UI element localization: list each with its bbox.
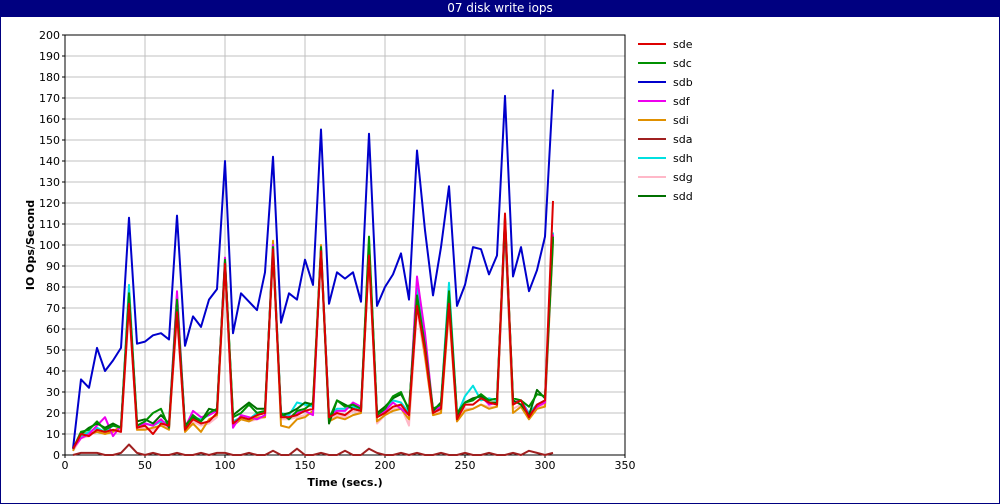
x-axis-ticks: 0 50 100 150 200 250 300 350 (62, 455, 636, 472)
legend-label: sdh (673, 152, 693, 165)
legend-item-sdh: sdh (638, 152, 693, 165)
y-tick-label: 70 (46, 302, 60, 315)
y-tick-label: 60 (46, 323, 60, 336)
x-tick-label: 50 (138, 459, 152, 472)
legend: sde sdc sdb sdf sdi sda sdh sdg sdd (638, 38, 693, 203)
x-tick-label: 0 (62, 459, 69, 472)
y-tick-label: 130 (39, 176, 60, 189)
x-tick-label: 300 (535, 459, 556, 472)
legend-label: sdf (673, 95, 691, 108)
legend-item-sdc: sdc (638, 57, 692, 70)
legend-item-sdd: sdd (638, 190, 693, 203)
y-tick-label: 140 (39, 155, 60, 168)
legend-label: sdg (673, 171, 693, 184)
legend-label: sdb (673, 76, 693, 89)
y-tick-label: 110 (39, 218, 60, 231)
y-tick-label: 40 (46, 365, 60, 378)
legend-label: sda (673, 133, 692, 146)
x-tick-label: 350 (615, 459, 636, 472)
legend-label: sdd (673, 190, 693, 203)
legend-item-sdb: sdb (638, 76, 693, 89)
x-tick-label: 200 (375, 459, 396, 472)
y-tick-label: 180 (39, 71, 60, 84)
legend-item-sdi: sdi (638, 114, 689, 127)
legend-label: sdc (673, 57, 692, 70)
y-tick-label: 150 (39, 134, 60, 147)
legend-item-sdf: sdf (638, 95, 691, 108)
y-axis-label: IO Ops/Second (24, 200, 37, 290)
y-tick-label: 170 (39, 92, 60, 105)
y-tick-label: 20 (46, 407, 60, 420)
y-tick-label: 90 (46, 260, 60, 273)
y-tick-label: 160 (39, 113, 60, 126)
y-tick-label: 0 (53, 449, 60, 462)
y-tick-label: 190 (39, 50, 60, 63)
x-tick-label: 150 (295, 459, 316, 472)
legend-item-sde: sde (638, 38, 693, 51)
y-tick-label: 10 (46, 428, 60, 441)
x-tick-label: 250 (455, 459, 476, 472)
legend-item-sdg: sdg (638, 171, 693, 184)
y-tick-label: 200 (39, 29, 60, 42)
grid (64, 34, 626, 456)
y-tick-label: 30 (46, 386, 60, 399)
y-tick-label: 80 (46, 281, 60, 294)
chart-canvas: 0 10 20 30 40 50 60 70 80 90 100 110 120 130 140 150 160… (24, 29, 693, 489)
y-axis-ticks: 0 10 20 30 40 50 60 70 80 90 100 110 120 130 140 150 160… (39, 29, 65, 462)
x-tick-label: 100 (215, 459, 236, 472)
x-axis-label: Time (secs.) (307, 476, 382, 489)
legend-label: sdi (673, 114, 689, 127)
legend-label: sde (673, 38, 693, 51)
y-tick-label: 120 (39, 197, 60, 210)
y-tick-label: 100 (39, 239, 60, 252)
legend-item-sda: sda (638, 133, 692, 146)
y-tick-label: 50 (46, 344, 60, 357)
